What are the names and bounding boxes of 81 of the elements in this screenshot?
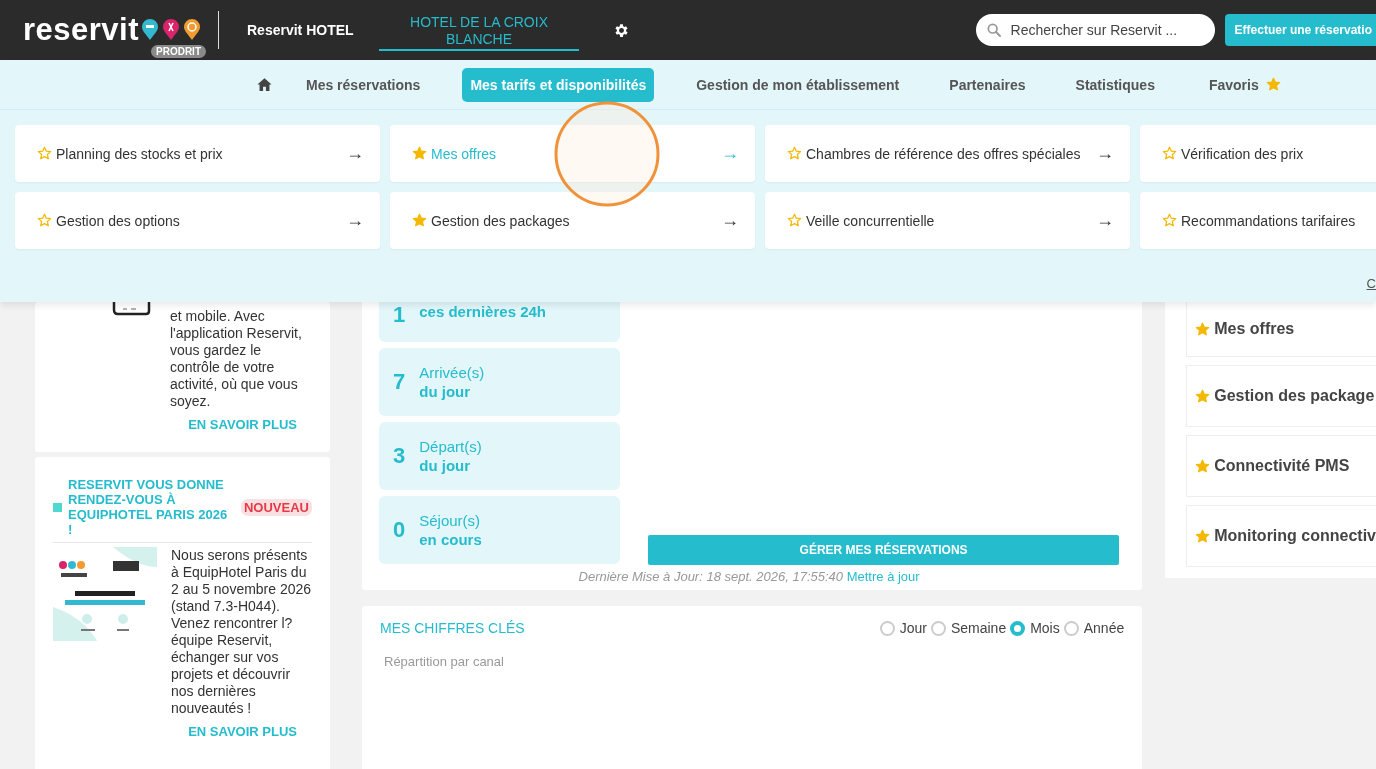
menu-card[interactable]: Recommandations tarifaires [1140, 192, 1376, 249]
favorite-label: Gestion des package [1214, 387, 1375, 405]
search-field[interactable]: Rechercher sur Reservit ... [975, 14, 1215, 46]
star-icon [1265, 77, 1281, 92]
stat-label: Arrivée(s) [419, 363, 485, 382]
star-outline-icon [37, 213, 52, 228]
menu-card[interactable]: Veille concurrentielle → [765, 192, 1130, 249]
menu-card[interactable]: Gestion des options → [15, 192, 380, 249]
stat-period: ces dernières 24h [419, 302, 546, 321]
menu-card-label: Planning des stocks et prix [56, 145, 224, 162]
new-badge: NOUVEAU [241, 498, 312, 516]
menu-card-label: Recommandations tarifaires [1181, 212, 1357, 229]
stat-period: du jour [419, 456, 472, 475]
star-icon [1195, 321, 1211, 337]
search-icon [985, 22, 1002, 38]
period-radio[interactable]: Année [1063, 620, 1125, 636]
favorite-card[interactable]: Monitoring connectiv [1186, 505, 1376, 567]
star-outline-icon [1162, 213, 1177, 228]
star-outline-icon [1162, 146, 1177, 161]
arrow-icon: → [346, 143, 364, 164]
arrow-icon: → [346, 210, 364, 231]
arrow-icon: → [721, 143, 739, 164]
period-radio[interactable]: Jour [879, 620, 927, 636]
period-radio[interactable]: Mois [1010, 620, 1060, 636]
favorite-label: Mes offres [1214, 320, 1295, 338]
star-icon [1195, 458, 1211, 474]
news-text: et mobile. Avec l'application Reservit, vous gardez le contrôle de votre activité, où que vous soyez. [170, 308, 303, 410]
stat-value: 3 [393, 443, 406, 469]
stat-value: 7 [393, 369, 406, 395]
hotel-group-name[interactable]: Reservit HOTEL [247, 22, 379, 38]
arrow-icon: → [1096, 210, 1114, 231]
menu-card[interactable]: Gestion des packages → [390, 192, 755, 249]
star-icon [1195, 528, 1211, 544]
star-outline-icon [37, 146, 52, 161]
news-title: RESERVIT VOUS DONNE RENDEZ-VOUS À EQUIPHOTEL PARIS 2026 ! [68, 477, 229, 537]
map-pins-icon [141, 19, 202, 41]
square-icon [53, 502, 62, 512]
star-outline-icon [787, 213, 802, 228]
favorite-label: Connectivité PMS [1214, 457, 1350, 475]
menu-card-label: Vérification des prix [1181, 145, 1305, 162]
arrow-icon: → [721, 210, 739, 231]
menu-card-label: Chambres de référence des offres spéciales [806, 145, 1082, 162]
menu-card-label: Gestion des options [56, 212, 181, 229]
menu-card-label: Gestion des packages [431, 212, 571, 229]
stat-value: 0 [393, 517, 406, 543]
period-radio[interactable]: Semaine [930, 620, 1007, 636]
favorite-label: Monitoring connectiv [1214, 527, 1376, 545]
stat-label: Séjour(s) [419, 511, 482, 530]
stat-value: 1 [393, 302, 406, 328]
menu-card[interactable]: Vérification des prix [1140, 125, 1376, 182]
phone-icon [111, 302, 151, 316]
arrow-icon: → [1096, 143, 1114, 164]
logo[interactable]: reservit [23, 12, 140, 48]
star-icon [1195, 388, 1211, 404]
news-text: Nous serons présents à EquipHotel Paris du 2 au 5 novembre 2026 (stand 7.3-H044). Venez rencontrer l?équipe Reservit, échanger sur vos projets et découvrir nos dernières nouveautés ! [171, 547, 312, 717]
nav-tab[interactable]: Favoris [1200, 67, 1289, 102]
star-outline-icon [787, 146, 802, 161]
hotel-selector[interactable]: HOTEL DE LA CROIX BLANCHE [379, 13, 579, 51]
home-icon[interactable] [256, 76, 273, 93]
menu-card-label: Mes offres [431, 145, 498, 162]
star-icon [412, 146, 427, 161]
last-update-text: Dernière Mise à Jour: 18 sept. 2026, 17:55:40 [578, 569, 844, 584]
nav-tab[interactable]: Statistiques [1067, 67, 1163, 102]
nav-tab[interactable]: Partenaires [941, 67, 1034, 102]
nav-tab[interactable]: Mes réservations [298, 67, 429, 102]
chart-subtitle: Répartition par canal [384, 654, 505, 669]
settings-icon[interactable] [613, 21, 630, 39]
nav-tab[interactable]: Gestion de mon établissement [688, 67, 908, 102]
link[interactable]: C [1366, 276, 1376, 291]
badge: PRODRIT [151, 45, 206, 58]
favorite-card[interactable]: Gestion des package [1186, 365, 1376, 427]
menu-card-label: Veille concurrentielle [806, 212, 936, 229]
section-title: MES CHIFFRES CLÉS [380, 620, 525, 636]
stat-period: du jour [419, 382, 472, 401]
stat-period: en cours [419, 530, 482, 549]
favorite-card[interactable]: Mes offres [1186, 302, 1376, 357]
star-icon [412, 213, 427, 228]
menu-card[interactable]: Planning des stocks et prix → [15, 125, 380, 182]
menu-card[interactable]: Chambres de référence des offres spéciales → [765, 125, 1130, 182]
favorite-card[interactable]: Connectivité PMS [1186, 435, 1376, 497]
stat-label: Départ(s) [419, 437, 482, 456]
